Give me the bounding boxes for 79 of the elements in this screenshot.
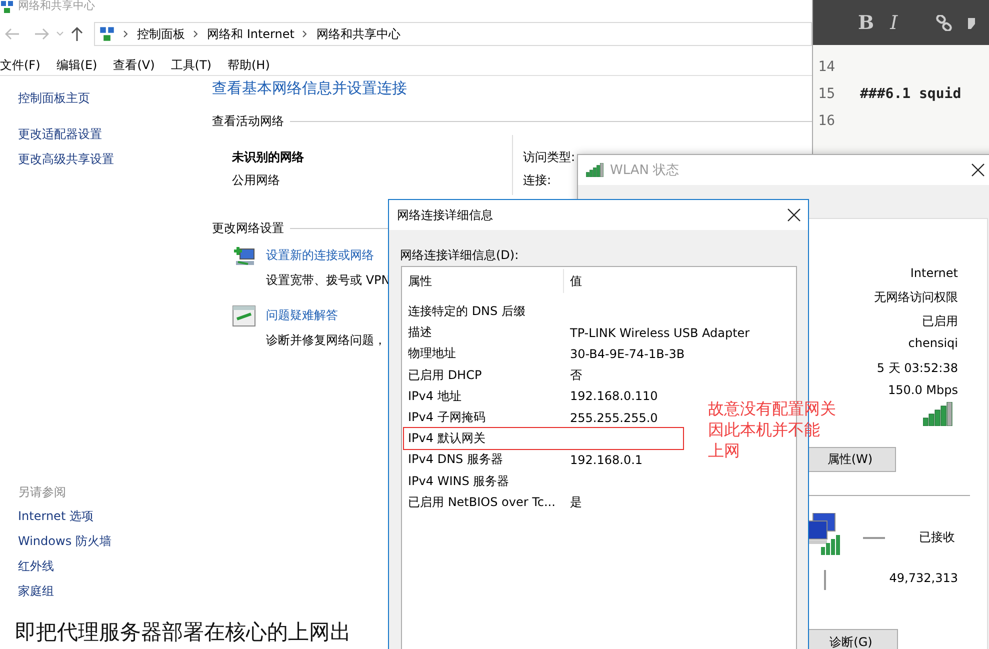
property-name: 已启用 DHCP — [407, 366, 483, 384]
property-name: IPv4 WINS 服务器 — [407, 472, 510, 490]
quote-icon[interactable] — [968, 16, 976, 30]
property-value: TP-LINK Wireless USB Adapter — [569, 326, 750, 340]
network-name: 未识别的网络 — [232, 149, 304, 166]
toolbar-button[interactable]: I — [890, 12, 898, 34]
list-label: 网络连接详细信息(D): — [400, 247, 519, 264]
field-label: 访问类型: — [523, 149, 576, 166]
sidebar-link[interactable]: Windows 防火墙 — [18, 533, 112, 558]
page-heading: 查看基本网络信息并设置连接 — [212, 79, 407, 98]
annotation-note: 上网 — [708, 440, 740, 461]
up-icon[interactable] — [70, 26, 84, 42]
sidebar-link[interactable]: Internet 选项 — [18, 508, 112, 533]
sidebar-link[interactable]: 控制面板主页 — [18, 90, 114, 115]
field-label: 连接: — [523, 172, 552, 189]
network-type: 公用网络 — [232, 172, 281, 189]
property-name: IPv4 地址 — [407, 388, 462, 405]
property-name: IPv4 子网掩码 — [407, 409, 486, 426]
property-value: 192.168.0.110 — [569, 389, 658, 404]
address-bar[interactable]: 控制面板 网络和 Internet 网络和共享中心 — [94, 22, 812, 46]
chevron-right-icon — [123, 30, 129, 38]
network-icon — [0, 0, 14, 14]
property-value: 是 — [569, 494, 582, 511]
sidebar-link[interactable]: 红外线 — [18, 558, 112, 583]
column-header[interactable]: 值 — [564, 272, 582, 290]
section-heading: 另请参阅 — [18, 484, 66, 501]
status-value: Internet — [910, 266, 958, 282]
network-icon — [99, 26, 115, 42]
property-name: 物理地址 — [407, 345, 457, 362]
link-icon[interactable] — [936, 14, 952, 30]
menu-item[interactable]: 工具(T) — [170, 56, 212, 74]
property-name: IPv4 默认网关 — [407, 430, 486, 448]
sidebar-link[interactable]: 更改适配器设置 — [18, 126, 114, 151]
chevron-right-icon — [193, 30, 199, 38]
status-value: 已启用 — [922, 312, 958, 330]
signal-icon — [586, 163, 604, 177]
property-value: 255.255.255.0 — [569, 410, 658, 425]
status-value: 150.0 Mbps — [888, 382, 958, 399]
close-icon[interactable] — [971, 163, 985, 177]
status-value: 5 天 03:52:38 — [876, 360, 958, 377]
section-heading: 更改网络设置 — [212, 220, 284, 237]
toolbar-button[interactable]: B — [858, 12, 874, 34]
property-value: 否 — [569, 366, 582, 384]
sidebar-link[interactable]: 家庭组 — [18, 583, 112, 608]
received-label: 已接收 — [919, 529, 955, 546]
code-line: ###6.1 squid — [860, 86, 962, 104]
menu-item[interactable]: 查看(V) — [113, 56, 155, 74]
property-name: IPv4 DNS 服务器 — [407, 451, 504, 468]
dialog-title: 网络连接详细信息 — [397, 206, 493, 224]
section-heading: 查看活动网络 — [212, 113, 284, 130]
window-title: 网络和共享中心 — [18, 0, 95, 12]
column-header[interactable]: 属性 — [402, 269, 564, 293]
line-number: 16 — [817, 113, 835, 131]
task-description: 诊断并修复网络问题， — [266, 332, 386, 349]
property-name: 描述 — [407, 324, 433, 342]
property-name: 已启用 NetBIOS over Tc... — [407, 494, 556, 511]
task-link[interactable]: 设置新的连接或网络 — [266, 247, 390, 264]
breadcrumb-item[interactable]: 网络和共享中心 — [316, 26, 400, 42]
menu-item[interactable]: 帮助(H) — [228, 56, 270, 74]
line-number: 15 — [817, 86, 835, 104]
status-value: chensiqi — [908, 336, 958, 352]
property-value: 30-B4-9E-74-1B-3B — [569, 346, 685, 361]
troubleshoot-icon — [232, 305, 256, 327]
breadcrumb-item[interactable]: 控制面板 — [137, 26, 185, 42]
chevron-right-icon — [302, 30, 308, 38]
signal-strength-icon — [923, 402, 953, 426]
close-icon[interactable] — [787, 208, 801, 222]
window-title: WLAN 状态 — [610, 162, 680, 179]
task-link[interactable]: 问题疑难解答 — [266, 307, 386, 324]
property-name: 连接特定的 DNS 后缀 — [407, 303, 526, 320]
status-value: 无网络访问权限 — [874, 289, 958, 306]
menu-item[interactable]: 编辑(E) — [56, 56, 98, 74]
breadcrumb-item[interactable]: 网络和 Internet — [207, 26, 294, 42]
menu-item[interactable]: 文件(F) — [0, 56, 40, 74]
property-value: 192.168.0.1 — [569, 452, 643, 467]
line-number: 14 — [817, 59, 835, 77]
document-text: 即把代理服务器部署在核心的上网出 — [15, 619, 351, 646]
received-bytes: 49,732,313 — [888, 571, 958, 585]
sidebar-link[interactable]: 更改高级共享设置 — [18, 151, 114, 176]
